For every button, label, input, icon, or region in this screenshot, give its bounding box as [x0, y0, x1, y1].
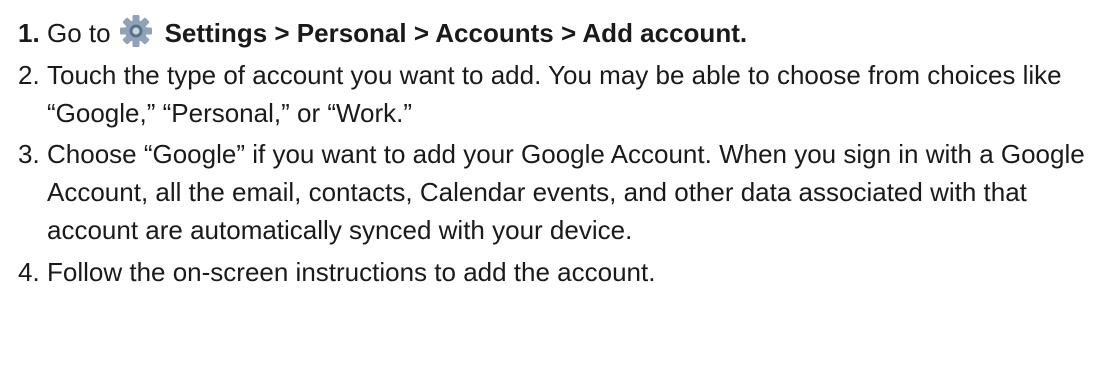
step-1: 1. Go to Settings > Personal > Accounts … — [0, 14, 1120, 52]
step-number: 1. — [18, 18, 40, 48]
step-3-text: Choose “Google” if you want to add your … — [47, 139, 1085, 245]
step-number: 4. — [18, 257, 40, 287]
step-3: 3. Choose “Google” if you want to add you… — [0, 135, 1120, 249]
settings-gear-icon — [119, 14, 153, 48]
step-1-prefix: Go to — [47, 18, 111, 48]
step-2-text: Touch the type of account you want to ad… — [47, 60, 1062, 128]
step-4: 4. Follow the on-screen instructions to a… — [0, 253, 1120, 291]
step-number: 2. — [18, 60, 40, 90]
settings-path: Settings > Personal > Accounts > Add acc… — [164, 18, 748, 48]
step-4-text: Follow the on-screen instructions to add… — [47, 257, 656, 287]
step-number: 3. — [18, 139, 40, 169]
instruction-list: 1. Go to Settings > Personal > Accounts … — [0, 14, 1120, 291]
step-2: 2. Touch the type of account you want to … — [0, 56, 1120, 132]
